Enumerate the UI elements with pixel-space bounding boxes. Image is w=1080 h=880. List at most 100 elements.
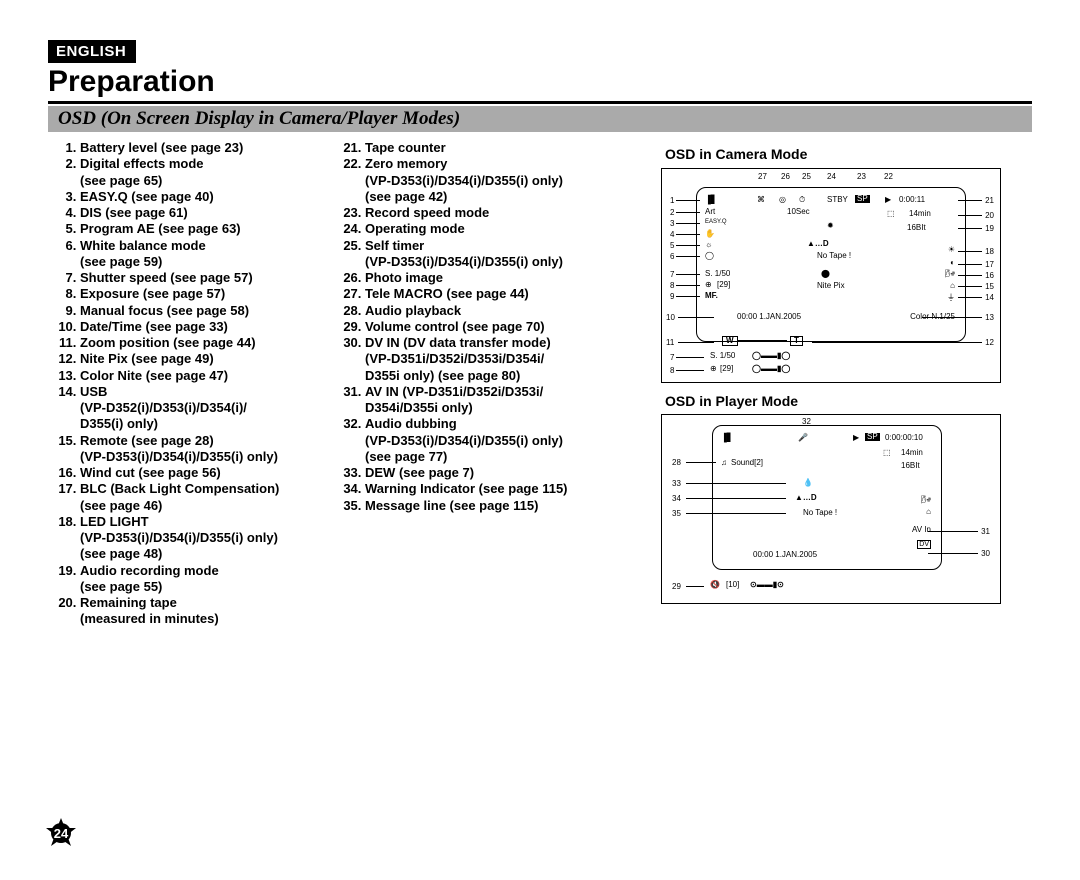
callout-16: 16 <box>985 272 994 280</box>
connector-line <box>676 296 700 297</box>
connector-line <box>928 531 978 532</box>
osd-item-25: Self timer(VP-D353(i)/D354(i)/D355(i) on… <box>365 238 651 271</box>
osd-list-col1: Battery level (see page 23)Digital effec… <box>48 140 341 628</box>
callout-7: 7 <box>670 271 674 279</box>
easyq-label: EASY.Q <box>705 219 727 225</box>
eject-label: ▲…D <box>795 494 817 502</box>
page-title: Preparation <box>48 65 1032 104</box>
10sec-label: 10Sec <box>787 208 810 216</box>
osd-item-1: Battery level (see page 23) <box>80 140 341 156</box>
volume-slider-icon: ⊙▬▬▮⊙ <box>750 581 784 589</box>
connector-line <box>676 357 704 358</box>
callout-11: 11 <box>666 339 674 347</box>
callout-24: 24 <box>827 173 836 181</box>
diagrams-column: OSD in Camera Mode 27 26 25 24 23 22 1 2… <box>651 140 1031 628</box>
connector-line <box>676 223 700 224</box>
osd-item-23: Record speed mode <box>365 205 651 221</box>
osd-item-16: Wind cut (see page 56) <box>80 465 341 481</box>
camera-screen-frame: ▐▋ ⌘ ◎ ⏱ STBY SP ▶ 0:00:11 Art 10Sec ⬚ 1… <box>696 187 966 342</box>
osd-item-19: Audio recording mode(see page 55) <box>80 563 341 596</box>
tape-counter: 0:00:00:10 <box>885 434 923 442</box>
callout-18: 18 <box>985 248 994 256</box>
sp-label: SP <box>865 433 880 441</box>
callout-13: 13 <box>985 314 994 322</box>
osd-item-31: AV IN (VP-D351i/D352i/D353i/D354i/D355i … <box>365 384 651 417</box>
callout-21: 21 <box>985 197 994 205</box>
photo-icon: ◎ <box>779 196 786 204</box>
section-subtitle: OSD (On Screen Display in Camera/Player … <box>48 106 1032 132</box>
camera-mode-title: OSD in Camera Mode <box>665 146 1031 164</box>
osd-item-12: Nite Pix (see page 49) <box>80 351 341 367</box>
content-row: Battery level (see page 23)Digital effec… <box>48 140 1032 628</box>
whitebalance-icon: ◯ <box>705 252 714 260</box>
eject-label: ▲…D <box>807 240 829 248</box>
datetime-label: 00:00 1.JAN.2005 <box>753 551 817 559</box>
osd-item-3: EASY.Q (see page 40) <box>80 189 341 205</box>
connector-line <box>676 234 700 235</box>
osd-item-11: Zoom position (see page 44) <box>80 335 341 351</box>
callout-29: 29 <box>672 583 681 591</box>
osd-item-27: Tele MACRO (see page 44) <box>365 286 651 302</box>
player-mode-title: OSD in Player Mode <box>665 393 1031 411</box>
zoom-bar <box>737 340 787 341</box>
connector-line <box>676 256 700 257</box>
notape-label: No Tape ! <box>803 509 837 517</box>
connector-line <box>686 513 786 514</box>
osd-item-22: Zero memory(VP-D353(i)/D354(i)/D355(i) o… <box>365 156 651 205</box>
callout-17: 17 <box>985 261 994 269</box>
osd-item-30: DV IN (DV data transfer mode)(VP-D351i/D… <box>365 335 651 384</box>
slider-icon2: ◯▬▬▮◯ <box>752 365 790 373</box>
dis-icon: ✋ <box>705 230 715 238</box>
osd-item-8: Exposure (see page 57) <box>80 286 341 302</box>
callout-20: 20 <box>985 212 994 220</box>
callout-9: 9 <box>670 293 674 301</box>
tape-counter: 0:00:11 <box>899 196 925 204</box>
osd-item-34: Warning Indicator (see page 115) <box>365 481 651 497</box>
connector-line <box>676 245 700 246</box>
14min-label: 14min <box>909 210 931 218</box>
callout-22: 22 <box>884 173 893 181</box>
battery-icon: ▐▋ <box>721 434 733 442</box>
macro-icon: ⌘ <box>757 196 765 204</box>
remote-icon: ⌂ <box>926 508 931 516</box>
light-icon: ✹ <box>827 222 834 230</box>
art-label: Art <box>705 208 715 216</box>
callout-8: 8 <box>670 282 674 290</box>
osd-item-13: Color Nite (see page 47) <box>80 368 341 384</box>
dv-label: DV <box>917 540 931 549</box>
connector-line <box>958 275 982 276</box>
osd-item-10: Date/Time (see page 33) <box>80 319 341 335</box>
connector-line <box>958 215 982 216</box>
osd-item-17: BLC (Back Light Compensation)(see page 4… <box>80 481 341 514</box>
callout-10: 10 <box>666 314 675 322</box>
connector-line <box>958 200 982 201</box>
osd-item-29: Volume control (see page 70) <box>365 319 651 335</box>
audio-mode-icon: ⬚ <box>883 449 891 457</box>
notape-label: No Tape ! <box>817 252 851 260</box>
callout-35: 35 <box>672 510 681 518</box>
rec-dot-icon: ⬤ <box>821 270 830 278</box>
exposure-icon: ⊕ <box>705 281 712 289</box>
connector-line <box>958 251 982 252</box>
stby-label: STBY <box>827 196 848 204</box>
mic-icon: 🎤 <box>798 434 808 442</box>
callout-33: 33 <box>672 480 681 488</box>
connector-line <box>686 586 704 587</box>
connector-line <box>676 285 700 286</box>
exposure-label: [29] <box>717 281 730 289</box>
connector-line <box>686 462 716 463</box>
windcut-icon: 🌬 <box>921 496 931 504</box>
connector-line <box>922 317 982 318</box>
shutter2-label: S. 1/50 <box>710 352 735 360</box>
osd-item-14: USB(VP-D352(i)/D353(i)/D354(i)/D355(i) o… <box>80 384 341 433</box>
camera-mode-diagram: 27 26 25 24 23 22 1 2 3 4 5 6 7 8 9 10 1… <box>661 168 1001 383</box>
callout-30: 30 <box>981 550 990 558</box>
language-badge: ENGLISH <box>48 40 136 63</box>
remote-icon: ⌂ <box>950 282 955 290</box>
connector-line <box>812 342 982 343</box>
osd-item-20: Remaining tape(measured in minutes) <box>80 595 341 628</box>
osd-list-col2: Tape counterZero memory(VP-D353(i)/D354(… <box>341 140 651 628</box>
mute-icon: 🔇 <box>710 581 720 589</box>
audio-mode-icon: ⬚ <box>887 210 895 218</box>
windcut-icon: 🌬 <box>945 270 955 278</box>
